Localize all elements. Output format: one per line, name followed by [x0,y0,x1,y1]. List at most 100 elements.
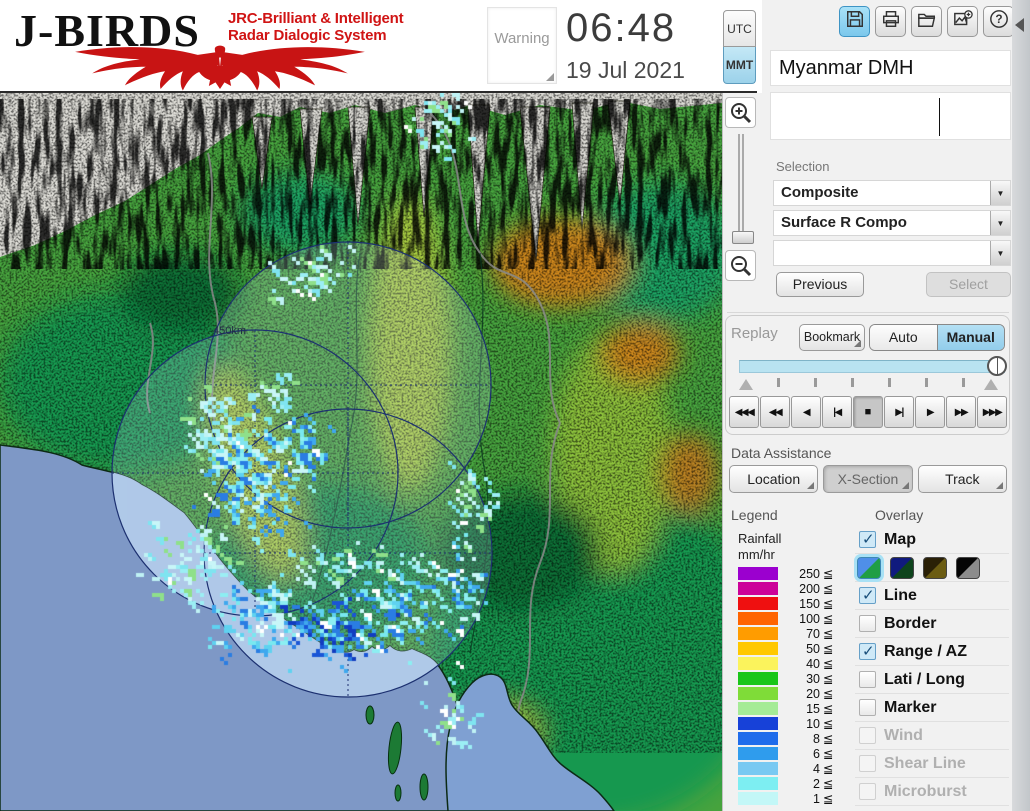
legend-leq-symbol: ≦ [823,597,834,611]
legend-leq-symbol: ≦ [823,567,834,581]
play-backward-button[interactable]: ◀ [791,396,821,428]
map-style-4[interactable] [956,556,980,579]
map-style-selector [855,554,1009,582]
legend-color-swatch [738,582,778,595]
legend-header: Legend [731,507,778,523]
zoom-out-button[interactable] [725,250,756,281]
selection-field-1[interactable]: Composite ▼ [773,180,1011,206]
radar-map[interactable]: 450km [0,93,722,811]
timezone-utc-button[interactable]: UTC [723,10,756,47]
logo-tagline-1: JRC-Brilliant & Intelligent [228,10,404,27]
map-checkbox[interactable] [859,530,876,548]
legend-row: 10 ≦ [738,716,854,731]
overlay-item-label: Border [884,614,937,632]
toolbar: ? [839,6,1014,37]
overlay-row-range-az: Range / AZ [855,638,1009,666]
overlay-item-label: Microburst [884,782,967,800]
help-button[interactable]: ? [983,6,1014,37]
legend-value: 6 [813,746,820,761]
separator [727,312,1009,313]
legend-row: 30 ≦ [738,671,854,686]
map-style-2[interactable] [890,556,914,579]
replay-mode-toggle: Auto Manual [869,324,1005,351]
auto-button[interactable]: Auto [870,325,937,350]
legend-leq-symbol: ≦ [823,627,834,641]
line-checkbox[interactable] [859,586,876,604]
map-style-3[interactable] [923,556,947,579]
overlay-item-label: Shear Line [884,754,966,772]
step-backward-button[interactable]: |◀ [822,396,852,428]
save-button[interactable] [839,6,870,37]
select-button[interactable]: Select [926,272,1011,297]
map-terrain: 450km [0,93,722,811]
legend-row: 200 ≦ [738,581,854,596]
legend-row: 6 ≦ [738,746,854,761]
play-forward-button[interactable]: ▶ [915,396,945,428]
collapse-panel-icon[interactable] [1015,18,1024,32]
header: J-BIRDS JRC-Brilliant & Intelligent Rada… [0,0,762,93]
legend-row: 8 ≦ [738,731,854,746]
timeline-handle[interactable] [987,356,1007,376]
border-checkbox[interactable] [859,615,876,632]
zoom-in-button[interactable] [725,97,756,128]
rewind-button[interactable]: ◀◀ [760,396,790,428]
overlay-item-label: Map [884,530,916,548]
stop-button[interactable]: ■ [853,396,883,428]
forward-button[interactable]: ▶▶ [946,396,976,428]
bookmark-button[interactable]: Bookmark [799,324,865,351]
zoom-slider-handle[interactable] [732,231,754,244]
legend-color-swatch [738,672,778,685]
timezone-mmt-button[interactable]: MMT [723,47,756,84]
open-folder-button[interactable] [911,6,942,37]
overlay-row-map: Map [855,526,1009,554]
timezone-toggle: UTC MMT [723,10,756,84]
shear-line-checkbox [859,755,876,772]
legend-value: 4 [813,761,820,776]
panel-content: Selection Composite ▼ Surface R Compo ▼ … [723,93,1013,811]
jbirds-app: 450km ? Myanmar DMH Selection Composite … [0,0,1030,811]
replay-timeline-slider[interactable] [739,356,1007,376]
selection-field-2[interactable]: Surface R Compo ▼ [773,210,1011,236]
lati-long-checkbox[interactable] [859,671,876,688]
legend-value: 15 [806,701,820,716]
rewind-fast-button[interactable]: ◀◀◀ [729,396,759,428]
previous-button[interactable]: Previous [776,272,864,297]
station-name: Myanmar DMH [770,50,1011,86]
location-button[interactable]: Location [729,465,819,493]
legend-row: 2 ≦ [738,776,854,791]
legend-value: 1 [813,791,820,806]
dropdown-arrow-icon[interactable]: ▼ [990,241,1010,265]
track-button[interactable]: Track [917,465,1007,493]
x-section-button[interactable]: X-Section [823,465,913,493]
timeline-end-marker[interactable] [984,379,998,390]
timeline-tick [851,378,854,387]
legend-color-swatch [738,777,778,790]
manual-button[interactable]: Manual [936,325,1004,350]
legend-row: 4 ≦ [738,761,854,776]
step-forward-button[interactable]: ▶| [884,396,914,428]
overlay-row-wind: Wind [855,722,1009,750]
dropdown-arrow-icon[interactable]: ▼ [990,181,1010,205]
map-style-1[interactable] [857,556,881,579]
selection-field-3[interactable]: ▼ [773,240,1011,266]
legend-value: 70 [806,626,820,641]
open-folder-icon [917,9,937,34]
overlay-row-microburst: Microburst [855,778,1009,806]
legend-color-swatch [738,627,778,640]
forward-fast-button[interactable]: ▶▶▶ [977,396,1007,428]
zoom-slider[interactable] [732,134,754,244]
legend-color-swatch [738,702,778,715]
legend-value: 40 [806,656,820,671]
timeline-start-marker[interactable] [739,379,753,390]
range-az-checkbox[interactable] [859,642,876,660]
selection-label: Selection [776,159,830,174]
clock: 06:48 19 Jul 2021 [566,6,716,84]
overlay-row-line: Line [855,582,1009,610]
marker-checkbox[interactable] [859,699,876,716]
overlay-item-label: Marker [884,698,937,716]
legend-row: 40 ≦ [738,656,854,671]
print-button[interactable] [875,6,906,37]
dropdown-arrow-icon[interactable]: ▼ [990,211,1010,235]
warning-selector[interactable]: Warning [487,7,557,84]
add-image-button[interactable] [947,6,978,37]
